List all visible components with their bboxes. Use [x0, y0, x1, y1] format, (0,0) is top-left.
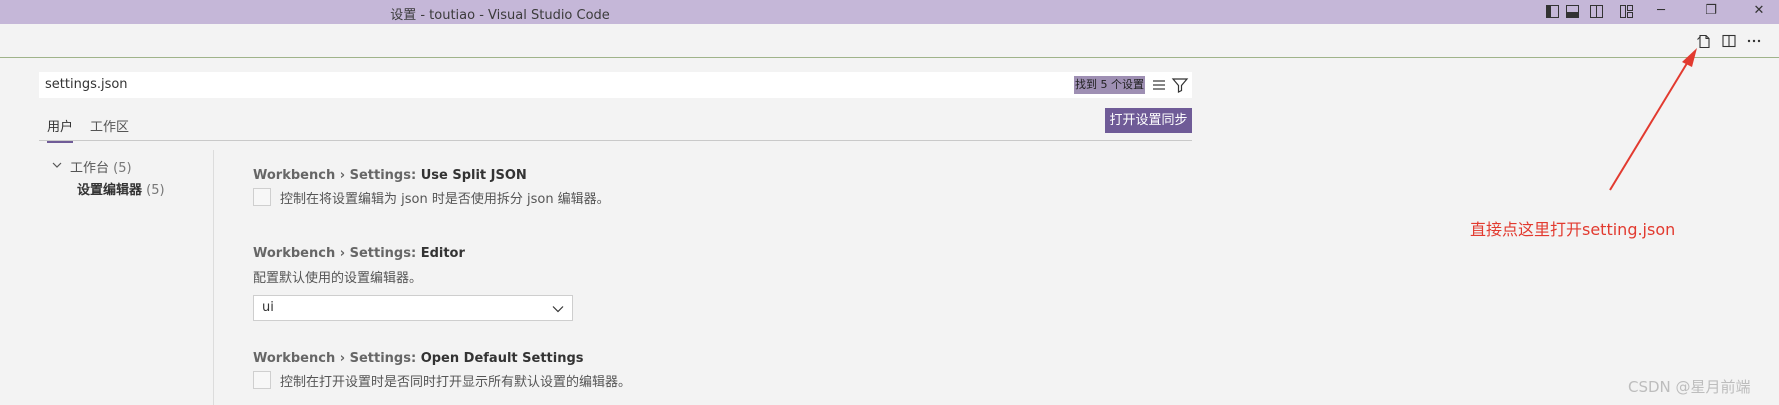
setting-name: Use Split JSON — [420, 168, 527, 183]
open-settings-json-icon[interactable] — [1696, 33, 1712, 49]
toggle-panel-icon[interactable] — [1566, 5, 1579, 18]
tab-workspace[interactable]: 工作区 — [90, 116, 129, 135]
more-actions-icon[interactable] — [1746, 33, 1762, 49]
setting-category: Workbench › Settings: — [253, 168, 421, 183]
toc-item-count: (5) — [113, 161, 132, 176]
clear-filter-icon[interactable] — [1151, 76, 1169, 94]
setting-description: 控制在将设置编辑为 json 时是否使用拆分 json 编辑器。 — [280, 192, 610, 207]
chevron-down-icon[interactable] — [52, 160, 62, 170]
toc-item-count: (5) — [146, 183, 165, 198]
setting-open-default-settings: Workbench › Settings: Open Default Setti… — [253, 351, 1153, 391]
window-title: 设置 - toutiao - Visual Studio Code — [390, 8, 610, 23]
editor-toolbar — [0, 24, 1779, 58]
restore-button[interactable]: ❐ — [1701, 2, 1721, 20]
toc-item-settings-editor[interactable]: 设置编辑器 (5) — [77, 179, 165, 198]
setting-title: Workbench › Settings: Use Split JSON — [253, 168, 1153, 183]
toggle-secondary-sidebar-icon[interactable] — [1590, 5, 1603, 18]
setting-description: 控制在打开设置时是否同时打开显示所有默认设置的编辑器。 — [280, 375, 632, 390]
watermark: CSDN @星月前端 — [1628, 378, 1751, 396]
toc-item-label: 设置编辑器 — [77, 183, 143, 198]
toc-item-workbench[interactable]: 工作台 (5) — [70, 157, 132, 176]
settings-toc: 工作台 (5) 设置编辑器 (5) — [39, 150, 214, 405]
split-editor-icon[interactable] — [1721, 33, 1737, 49]
search-result-badge: 找到 5 个设置 — [1074, 76, 1145, 94]
toggle-primary-sidebar-icon[interactable] — [1546, 5, 1559, 18]
customize-layout-icon[interactable] — [1620, 5, 1633, 18]
search-value: settings.json — [45, 77, 128, 92]
close-button[interactable]: ✕ — [1749, 2, 1769, 20]
minimize-button[interactable]: ─ — [1651, 2, 1671, 20]
annotation-text: 直接点这里打开setting.json — [1470, 220, 1676, 239]
setting-name: Open Default Settings — [420, 351, 584, 366]
setting-name: Editor — [420, 246, 465, 261]
settings-scope-tabs: 用户 工作区 — [39, 112, 1192, 143]
filter-icon[interactable] — [1171, 76, 1189, 94]
open-default-settings-checkbox[interactable] — [253, 371, 271, 389]
chevron-down-icon — [552, 306, 564, 313]
tab-user[interactable]: 用户 — [47, 116, 74, 143]
setting-description: 配置默认使用的设置编辑器。 — [253, 271, 423, 286]
open-settings-sync-button[interactable]: 打开设置同步 — [1105, 108, 1192, 133]
select-value: ui — [262, 300, 274, 315]
setting-use-split-json: Workbench › Settings: Use Split JSON 控制在… — [253, 168, 1153, 208]
settings-search-input[interactable]: settings.json 找到 5 个设置 — [39, 72, 1192, 98]
title-bar: 设置 - toutiao - Visual Studio Code ─ ❐ ✕ — [0, 0, 1779, 24]
use-split-json-checkbox[interactable] — [253, 188, 271, 206]
setting-editor: Workbench › Settings: Editor 配置默认使用的设置编辑… — [253, 246, 1153, 321]
setting-title: Workbench › Settings: Editor — [253, 246, 1153, 261]
editor-select[interactable]: ui — [253, 295, 573, 321]
setting-category: Workbench › Settings: — [253, 246, 421, 261]
setting-title: Workbench › Settings: Open Default Setti… — [253, 351, 1153, 366]
setting-category: Workbench › Settings: — [253, 351, 421, 366]
toc-item-label: 工作台 — [70, 161, 110, 176]
